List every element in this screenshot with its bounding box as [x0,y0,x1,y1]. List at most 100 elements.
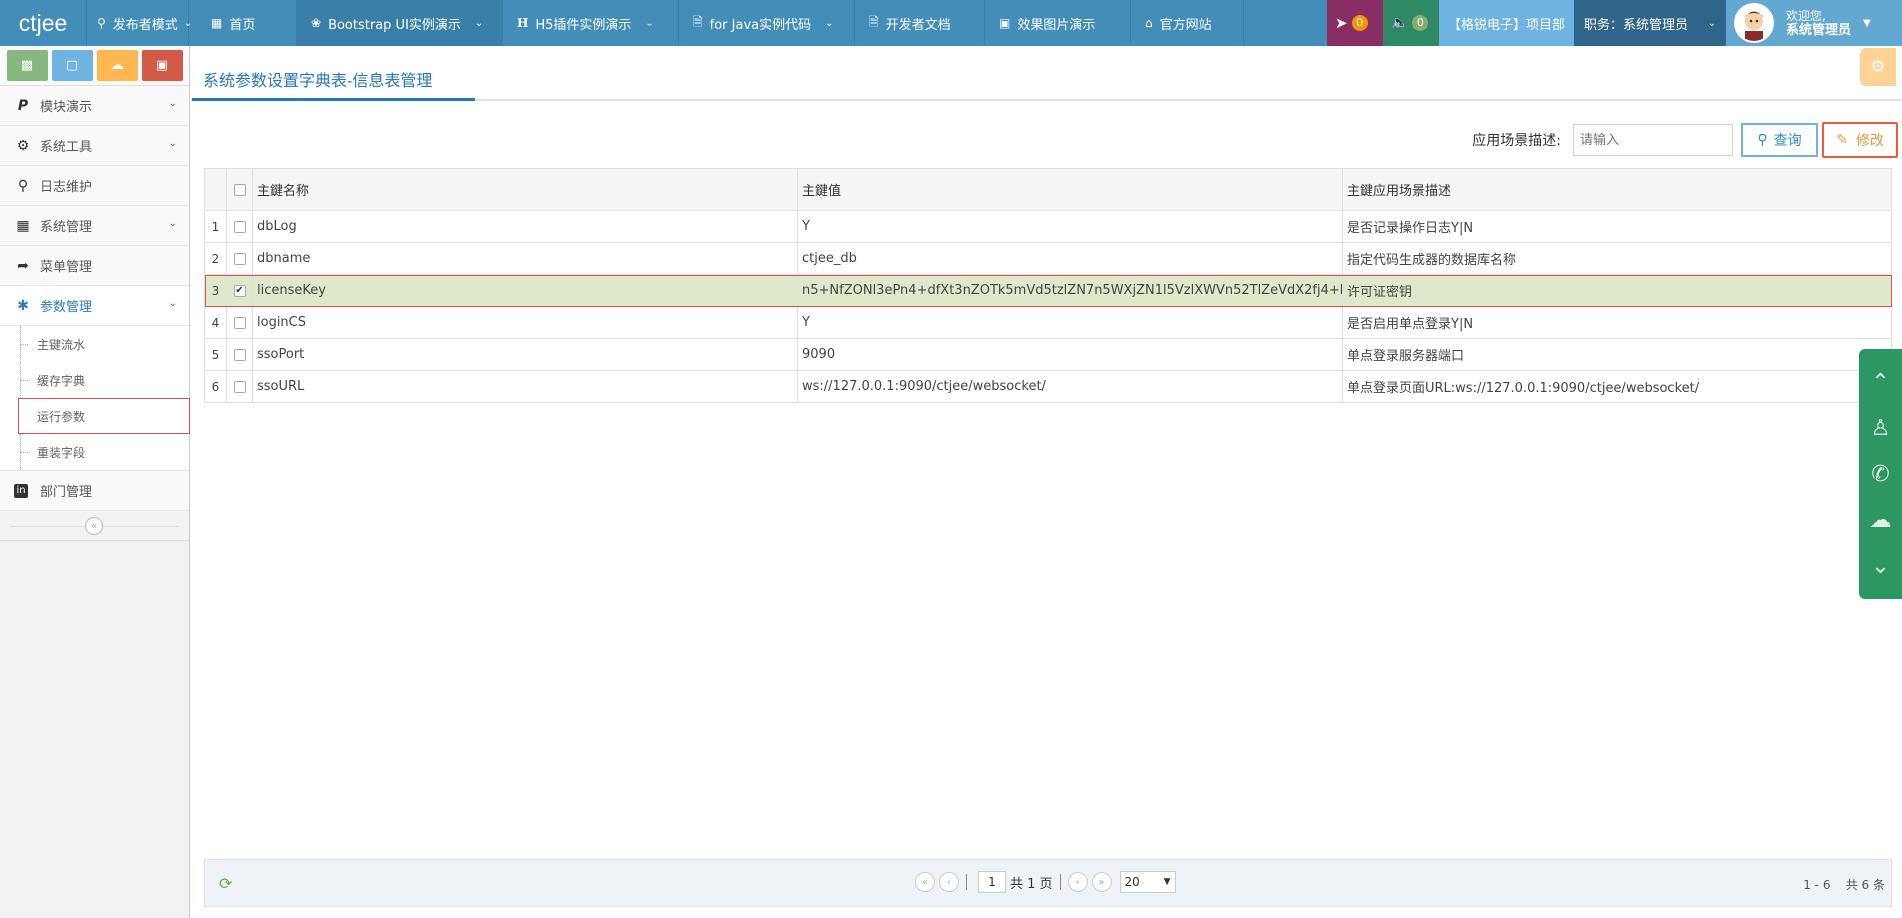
sidebar-item-label: 参数管理 [40,300,93,315]
chevron-down-icon: ⌄ [645,17,654,29]
nav-official-site[interactable]: ⌂ 官方网站 [1131,0,1244,46]
shortcut-button-1[interactable]: ▩ [6,50,48,81]
nav-label: 开发者文档 [885,17,951,33]
chevron-up-icon[interactable]: ⌃ [1871,370,1889,395]
sidebar-item-log[interactable]: ⚲ 日志维护 [0,166,189,206]
column-header-description[interactable]: 主鍵应用场景描述 [1342,168,1892,211]
h-icon: H [517,16,529,30]
paypal-icon: P [17,97,29,114]
cell-key-name: loginCS [252,306,798,339]
nav-label: Bootstrap UI实例演示 [328,17,461,33]
sidebar-item-label: 系统管理 [40,220,93,235]
double-chevron-left-icon[interactable]: « [85,517,103,535]
sidebar: ▩ ▢ ☁ ▣ P 模块演示 ⌄ ⚙ 系统工具 ⌄ ⚲ 日志维护 ▦ 系统管理 … [0,46,190,918]
table-row[interactable]: 1 dbLog Y 是否记录操作日志Y|N [204,210,1892,243]
sidebar-item-parameter-management[interactable]: ✱ 参数管理 ⌄ [0,286,189,326]
project-label[interactable]: 【格锐电子】项目部 [1438,0,1574,46]
row-number: 4 [204,306,227,339]
pagination-bar: ⟳ « ‹ 1 共 1 页 › » 20 ▼ 1 - 6 共 6 条 [204,859,1892,907]
sidebar-item-menu-management[interactable]: ➦ 菜单管理 [0,246,189,286]
cell-description: 指定代码生成器的数据库名称 [1342,242,1892,275]
shortcut-button-3[interactable]: ☁ [96,50,138,81]
sidebar-item-module-demo[interactable]: P 模块演示 ⌄ [0,86,189,126]
cell-description: 单点登录页面URL:ws://127.0.0.1:9090/ctjee/webs… [1342,370,1892,403]
zoom-icon: ⚲ [17,177,29,194]
search-input[interactable] [1573,124,1733,156]
next-page-icon[interactable]: › [1067,872,1088,892]
caret-down-icon: ▼ [1163,877,1171,887]
row-number: 1 [204,210,227,243]
row-checkbox[interactable] [226,306,253,339]
sidebar-item-system-management[interactable]: ▦ 系统管理 ⌄ [0,206,189,246]
edit-button[interactable]: ✎ 修改 [1822,122,1898,158]
row-checkbox[interactable] [226,370,253,403]
edit-icon: ✎ [1836,132,1848,148]
total-pages-label: 共 1 页 [1010,876,1053,892]
column-header-key-name[interactable]: 主鍵名称 [252,168,798,211]
table-row[interactable]: 4 loginCS Y 是否启用单点登录Y|N [204,306,1892,339]
refresh-icon[interactable]: ⟳ [219,874,232,893]
sidebar-item-system-tools[interactable]: ⚙ 系统工具 ⌄ [0,126,189,166]
sidebar-item-department[interactable]: in 部门管理 [0,471,189,511]
nav-demo-images[interactable]: ▣ 效果图片演示 [985,0,1131,46]
table-row[interactable]: 2 dbname ctjee_db 指定代码生成器的数据库名称 [204,242,1892,275]
volume-icon: 🔈 [1390,15,1409,31]
nav-dev-docs[interactable]: 🗎 开发者文档 [855,0,985,46]
row-checkbox[interactable] [226,210,253,243]
settings-button[interactable]: ⚙ [1860,48,1896,86]
shortcut-button-2[interactable]: ▢ [51,50,93,81]
row-checkbox[interactable]: ✔ [226,274,253,307]
chevron-down-icon[interactable]: ⌄ [1871,554,1889,579]
nav-home[interactable]: ▦ 首页 [189,0,297,46]
sidebar-subitem-key-serial[interactable]: 主键流水 [0,326,189,362]
row-checkbox[interactable] [226,338,253,371]
cell-key-name: licenseKey [252,274,798,307]
row-checkbox[interactable] [226,242,253,275]
shortcut-button-4[interactable]: ▣ [141,50,183,81]
username: 系统管理员 [1786,22,1852,38]
search-label: 应用场景描述: [1472,133,1561,149]
table-row[interactable]: 6 ssoURL ws://127.0.0.1:9090/ctjee/webso… [204,370,1892,403]
row-number: 2 [204,242,227,275]
phone-icon[interactable]: ✆ [1871,462,1889,487]
cell-description: 是否启用单点登录Y|N [1342,306,1892,339]
page-size-select[interactable]: 20 ▼ [1119,871,1176,893]
checkbox-icon [233,252,246,265]
select-all-checkbox[interactable] [226,168,253,211]
column-header-key-value[interactable]: 主鍵值 [797,168,1343,211]
first-page-icon[interactable]: « [915,872,935,892]
chevron-down-icon: ⌄ [168,218,177,229]
nav-label: for Java实例代码 [709,17,812,33]
paper-plane-icon: ➤ [1334,14,1348,32]
table-row[interactable]: 5 ssoPort 9090 单点登录服务器端口 [204,338,1892,371]
table-row-selected[interactable]: 3 ✔ licenseKey n5+NfZONl3ePn4+dfXt3nZOTk… [204,274,1892,307]
sidebar-subitem-reload-fields[interactable]: 重装字段 [0,434,189,470]
sidebar-item-label: 系统工具 [40,140,93,155]
messages-button[interactable]: ➤ 0 [1326,0,1383,46]
page-size-value: 20 [1124,875,1140,889]
main-content: 系统参数设置字典表-信息表管理 ⚙ 应用场景描述: ⚲ 查询 ✎ 修改 主鍵名称… [191,46,1902,918]
sidebar-subitem-runtime-params[interactable]: 运行参数 [18,398,190,434]
cell-key-value: ctjee_db [797,242,1343,275]
nav-bootstrap-ui[interactable]: ❀ Bootstrap UI实例演示 ⌄ [297,0,503,46]
query-button[interactable]: ⚲ 查询 [1741,123,1818,157]
divider [1059,874,1061,890]
notices-button[interactable]: 🔈 0 [1382,0,1439,46]
user-menu[interactable]: 欢迎您, 系统管理员 ▼ [1726,0,1902,46]
brand-logo[interactable]: ctjee [0,0,87,46]
nav-publisher-mode[interactable]: ⚲ 发布者模式 ⌄ [87,0,192,46]
page-number-input[interactable]: 1 [978,871,1006,893]
nav-label: 官方网站 [1159,17,1212,33]
prev-page-icon[interactable]: ‹ [939,872,959,892]
nav-label: H5插件实例演示 [535,17,632,33]
sidebar-item-label: 日志维护 [40,180,93,195]
nav-java-code[interactable]: 🗎 for Java实例代码 ⌄ [679,0,855,46]
nav-label: 发布者模式 [112,17,178,33]
qq-icon[interactable]: ♙ [1871,416,1891,441]
nav-h5-plugins[interactable]: H H5插件实例演示 ⌄ [503,0,679,46]
last-page-icon[interactable]: » [1091,872,1112,892]
wechat-icon[interactable]: ☁ [1870,508,1892,533]
role-dropdown[interactable]: 职务：系统管理员 ⌄ [1574,0,1726,46]
key-icon: ⚲ [97,16,106,30]
sidebar-subitem-cache-dict[interactable]: 缓存字典 [0,362,189,398]
